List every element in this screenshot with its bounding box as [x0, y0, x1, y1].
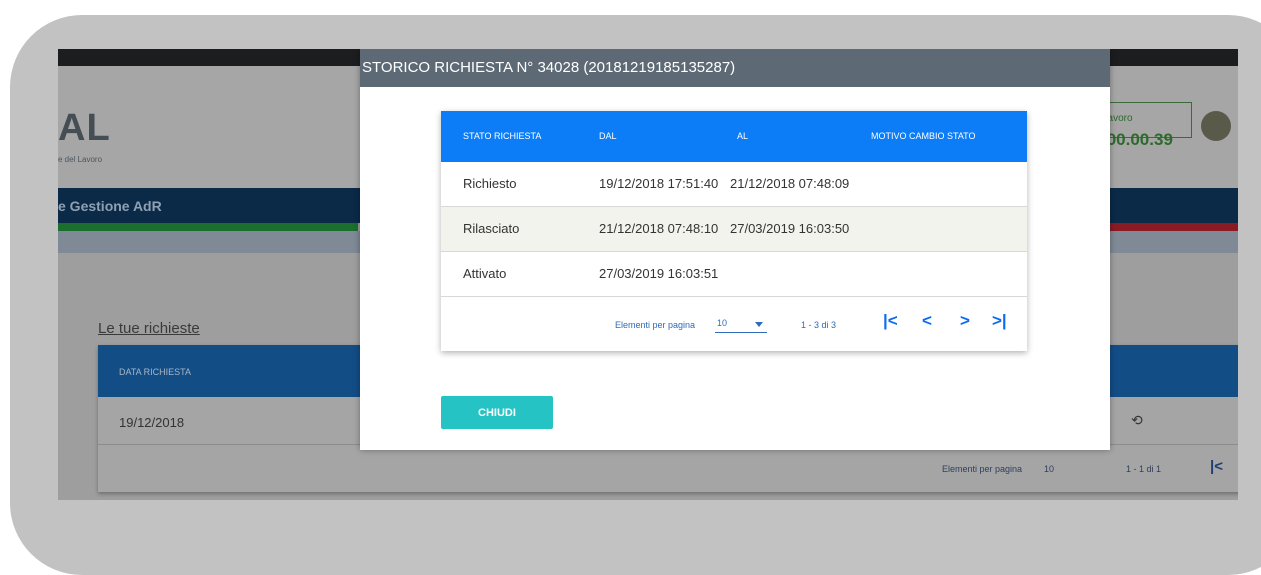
next-page-button[interactable]: >: [960, 311, 970, 331]
logo: AL: [58, 107, 111, 149]
close-button[interactable]: CHIUDI: [441, 396, 553, 429]
history-icon[interactable]: ⟲: [1131, 412, 1143, 429]
column-header-data-richiesta: DATA RICHIESTA: [119, 367, 192, 377]
history-modal: STORICO RICHIESTA N° 34028 (201812191851…: [360, 49, 1110, 450]
table-row: Richiesto 19/12/2018 17:51:40 21/12/2018…: [441, 162, 1027, 207]
section-link[interactable]: Le tue richieste: [98, 320, 200, 337]
nav-item-gestione-adr[interactable]: e Gestione AdR: [58, 198, 162, 214]
logo-subtitle: e del Lavoro: [58, 155, 103, 164]
first-page-button[interactable]: |<: [1210, 458, 1223, 475]
rounded-frame: AL e del Lavoro Lavoro .00.00.39 e Gesti…: [10, 15, 1261, 575]
pagination-label: Elementi per pagina: [942, 464, 1023, 474]
cell-al: 27/03/2019 16:03:50: [730, 221, 850, 236]
column-header-dal: DAL: [599, 131, 617, 141]
history-table-header: STATO RICHIESTA DAL AL MOTIVO CAMBIO STA…: [441, 111, 1027, 162]
flag-stripe-red: [1108, 223, 1238, 231]
column-header-stato: STATO RICHIESTA: [463, 131, 542, 141]
cell-stato: Richiesto: [463, 176, 517, 191]
column-header-motivo: MOTIVO CAMBIO STATO: [871, 131, 976, 141]
cell-dal: 27/03/2019 16:03:51: [599, 266, 719, 281]
cell-dal: 19/12/2018 17:51:40: [599, 176, 719, 191]
prev-page-button[interactable]: <: [922, 311, 932, 331]
app-screen: AL e del Lavoro Lavoro .00.00.39 e Gesti…: [58, 49, 1238, 500]
pagination-range: 1 - 3 di 3: [801, 320, 837, 330]
pagination-range: 1 - 1 di 1: [1126, 464, 1162, 474]
column-header-al: AL: [737, 131, 749, 141]
modal-title: STORICO RICHIESTA N° 34028 (201812191851…: [360, 49, 1110, 87]
cell-stato: Rilasciato: [463, 221, 520, 236]
emblem-icon: [1201, 111, 1231, 141]
cell-al: 21/12/2018 07:48:09: [730, 176, 850, 191]
history-table-card: STATO RICHIESTA DAL AL MOTIVO CAMBIO STA…: [441, 111, 1027, 351]
pagination: Elementi per pagina 10 1 - 3 di 3 |< < >…: [441, 297, 1027, 351]
page-size-select[interactable]: 10: [715, 316, 767, 333]
table-cell-date: 19/12/2018: [119, 415, 185, 430]
clock-value: .00.00.39: [1102, 130, 1173, 149]
page-size-value: 10: [717, 318, 728, 328]
flag-stripe-green: [58, 223, 358, 231]
cell-stato: Attivato: [463, 266, 507, 281]
pagination-select[interactable]: 10: [1044, 464, 1054, 474]
caret-down-icon: [755, 322, 763, 327]
table-row: Attivato 27/03/2019 16:03:51: [441, 252, 1027, 297]
table-row: Rilasciato 21/12/2018 07:48:10 27/03/201…: [441, 207, 1027, 252]
first-page-button[interactable]: |<: [883, 311, 898, 331]
cell-dal: 21/12/2018 07:48:10: [599, 221, 719, 236]
last-page-button[interactable]: >|: [992, 311, 1007, 331]
pagination-label: Elementi per pagina: [615, 320, 696, 330]
